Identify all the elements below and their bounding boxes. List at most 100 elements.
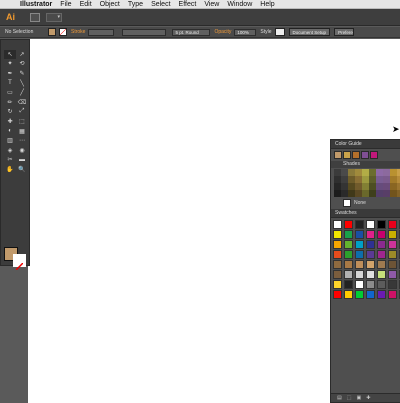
- guide-color-swatch[interactable]: [370, 151, 378, 159]
- opacity-field[interactable]: 100%: [234, 28, 257, 36]
- tool-button[interactable]: ↗: [16, 50, 28, 59]
- shade-swatch[interactable]: [362, 183, 369, 190]
- shade-swatch[interactable]: [355, 176, 362, 183]
- new-group-icon[interactable]: ▣: [356, 395, 361, 401]
- shade-swatch[interactable]: [362, 169, 369, 176]
- stroke-swatch[interactable]: [59, 28, 67, 36]
- shade-swatch[interactable]: [390, 169, 397, 176]
- shade-swatch[interactable]: [341, 176, 348, 183]
- color-swatch[interactable]: [344, 229, 353, 239]
- guide-color-swatch[interactable]: [334, 151, 342, 159]
- color-swatch[interactable]: [344, 259, 353, 269]
- color-swatch[interactable]: [366, 259, 375, 269]
- swatch-kind-icon[interactable]: ⬚: [347, 395, 352, 401]
- color-swatch[interactable]: [344, 269, 353, 279]
- color-swatch[interactable]: [377, 269, 386, 279]
- color-swatch[interactable]: [388, 249, 397, 259]
- color-swatch[interactable]: [366, 229, 375, 239]
- stroke-weight-field[interactable]: [88, 28, 115, 36]
- menu-effect[interactable]: Effect: [175, 0, 201, 9]
- tool-button[interactable]: ▥: [4, 136, 16, 145]
- swatches-tab[interactable]: Swatches: [331, 208, 400, 218]
- tool-button[interactable]: ✋: [4, 165, 16, 174]
- color-swatch[interactable]: [366, 279, 375, 289]
- color-swatch[interactable]: [333, 279, 342, 289]
- shade-swatch[interactable]: [355, 183, 362, 190]
- shade-swatch[interactable]: [383, 176, 390, 183]
- tool-button[interactable]: ⌫: [16, 98, 28, 107]
- library-icon[interactable]: ▤: [337, 395, 342, 401]
- color-swatch[interactable]: [366, 249, 375, 259]
- color-swatch[interactable]: [344, 219, 353, 229]
- color-swatch[interactable]: [344, 239, 353, 249]
- menu-help[interactable]: Help: [256, 0, 278, 9]
- color-swatch[interactable]: [344, 249, 353, 259]
- shade-swatch[interactable]: [376, 183, 383, 190]
- color-swatch[interactable]: [377, 259, 386, 269]
- color-swatch[interactable]: [377, 229, 386, 239]
- none-swatch[interactable]: [343, 198, 351, 207]
- menu-edit[interactable]: Edit: [76, 0, 96, 9]
- fill-swatch[interactable]: [48, 28, 56, 36]
- arrange-documents-dropdown[interactable]: ▾: [46, 12, 62, 22]
- tool-button[interactable]: ✏: [4, 98, 16, 107]
- tool-button[interactable]: ◐: [4, 127, 16, 136]
- shade-swatch[interactable]: [362, 176, 369, 183]
- tool-button[interactable]: ⟲: [16, 60, 28, 69]
- shade-swatch[interactable]: [348, 169, 355, 176]
- brush-dropdown[interactable]: 5 pt. Round: [172, 28, 211, 36]
- color-swatch[interactable]: [355, 289, 364, 299]
- menu-file[interactable]: File: [56, 0, 75, 9]
- color-swatch[interactable]: [377, 219, 386, 229]
- color-swatch[interactable]: [388, 259, 397, 269]
- shade-swatch[interactable]: [348, 190, 355, 197]
- color-swatch[interactable]: [355, 219, 364, 229]
- document-setup-button[interactable]: Document Setup: [288, 28, 331, 36]
- tool-button[interactable]: ✒: [4, 69, 16, 78]
- shade-swatch[interactable]: [390, 183, 397, 190]
- color-swatch[interactable]: [344, 289, 353, 299]
- color-swatch[interactable]: [377, 239, 386, 249]
- menu-window[interactable]: Window: [223, 0, 256, 9]
- color-swatch[interactable]: [388, 289, 397, 299]
- tool-button[interactable]: ▬: [16, 156, 28, 165]
- menu-select[interactable]: Select: [147, 0, 174, 9]
- color-swatch[interactable]: [366, 219, 375, 229]
- tool-button[interactable]: ↖: [4, 50, 16, 59]
- color-swatch[interactable]: [333, 229, 342, 239]
- color-swatch[interactable]: [355, 249, 364, 259]
- shade-swatch[interactable]: [390, 190, 397, 197]
- color-swatch[interactable]: [366, 269, 375, 279]
- color-swatch[interactable]: [377, 279, 386, 289]
- shade-swatch[interactable]: [369, 183, 376, 190]
- style-swatch[interactable]: [274, 28, 285, 36]
- variable-width-dropdown[interactable]: [122, 28, 167, 36]
- tool-button[interactable]: T: [4, 79, 16, 88]
- color-swatch[interactable]: [333, 219, 342, 229]
- shade-swatch[interactable]: [383, 190, 390, 197]
- new-swatch-icon[interactable]: ✚: [366, 395, 370, 401]
- color-swatch[interactable]: [388, 219, 397, 229]
- tool-button[interactable]: ↻: [4, 108, 16, 117]
- shade-swatch[interactable]: [376, 190, 383, 197]
- shade-swatch[interactable]: [348, 183, 355, 190]
- color-swatch[interactable]: [388, 279, 397, 289]
- shade-swatch[interactable]: [376, 169, 383, 176]
- shade-swatch[interactable]: [383, 169, 390, 176]
- tool-button[interactable]: ⤢: [16, 108, 28, 117]
- shade-swatch[interactable]: [341, 190, 348, 197]
- color-swatch[interactable]: [333, 259, 342, 269]
- guide-color-swatch[interactable]: [343, 151, 351, 159]
- shade-swatch[interactable]: [355, 190, 362, 197]
- color-swatch[interactable]: [355, 239, 364, 249]
- tool-button[interactable]: ◉: [16, 146, 28, 155]
- guide-color-swatch[interactable]: [352, 151, 360, 159]
- menu-app[interactable]: Illustrator: [16, 0, 56, 9]
- tool-button[interactable]: ✚: [4, 117, 16, 126]
- tool-button[interactable]: ✂: [4, 156, 16, 165]
- shade-swatch[interactable]: [355, 169, 362, 176]
- shade-swatch[interactable]: [334, 169, 341, 176]
- bridge-button[interactable]: [30, 12, 40, 22]
- stroke-label[interactable]: Stroke: [71, 29, 85, 35]
- tool-button[interactable]: ▭: [4, 88, 16, 97]
